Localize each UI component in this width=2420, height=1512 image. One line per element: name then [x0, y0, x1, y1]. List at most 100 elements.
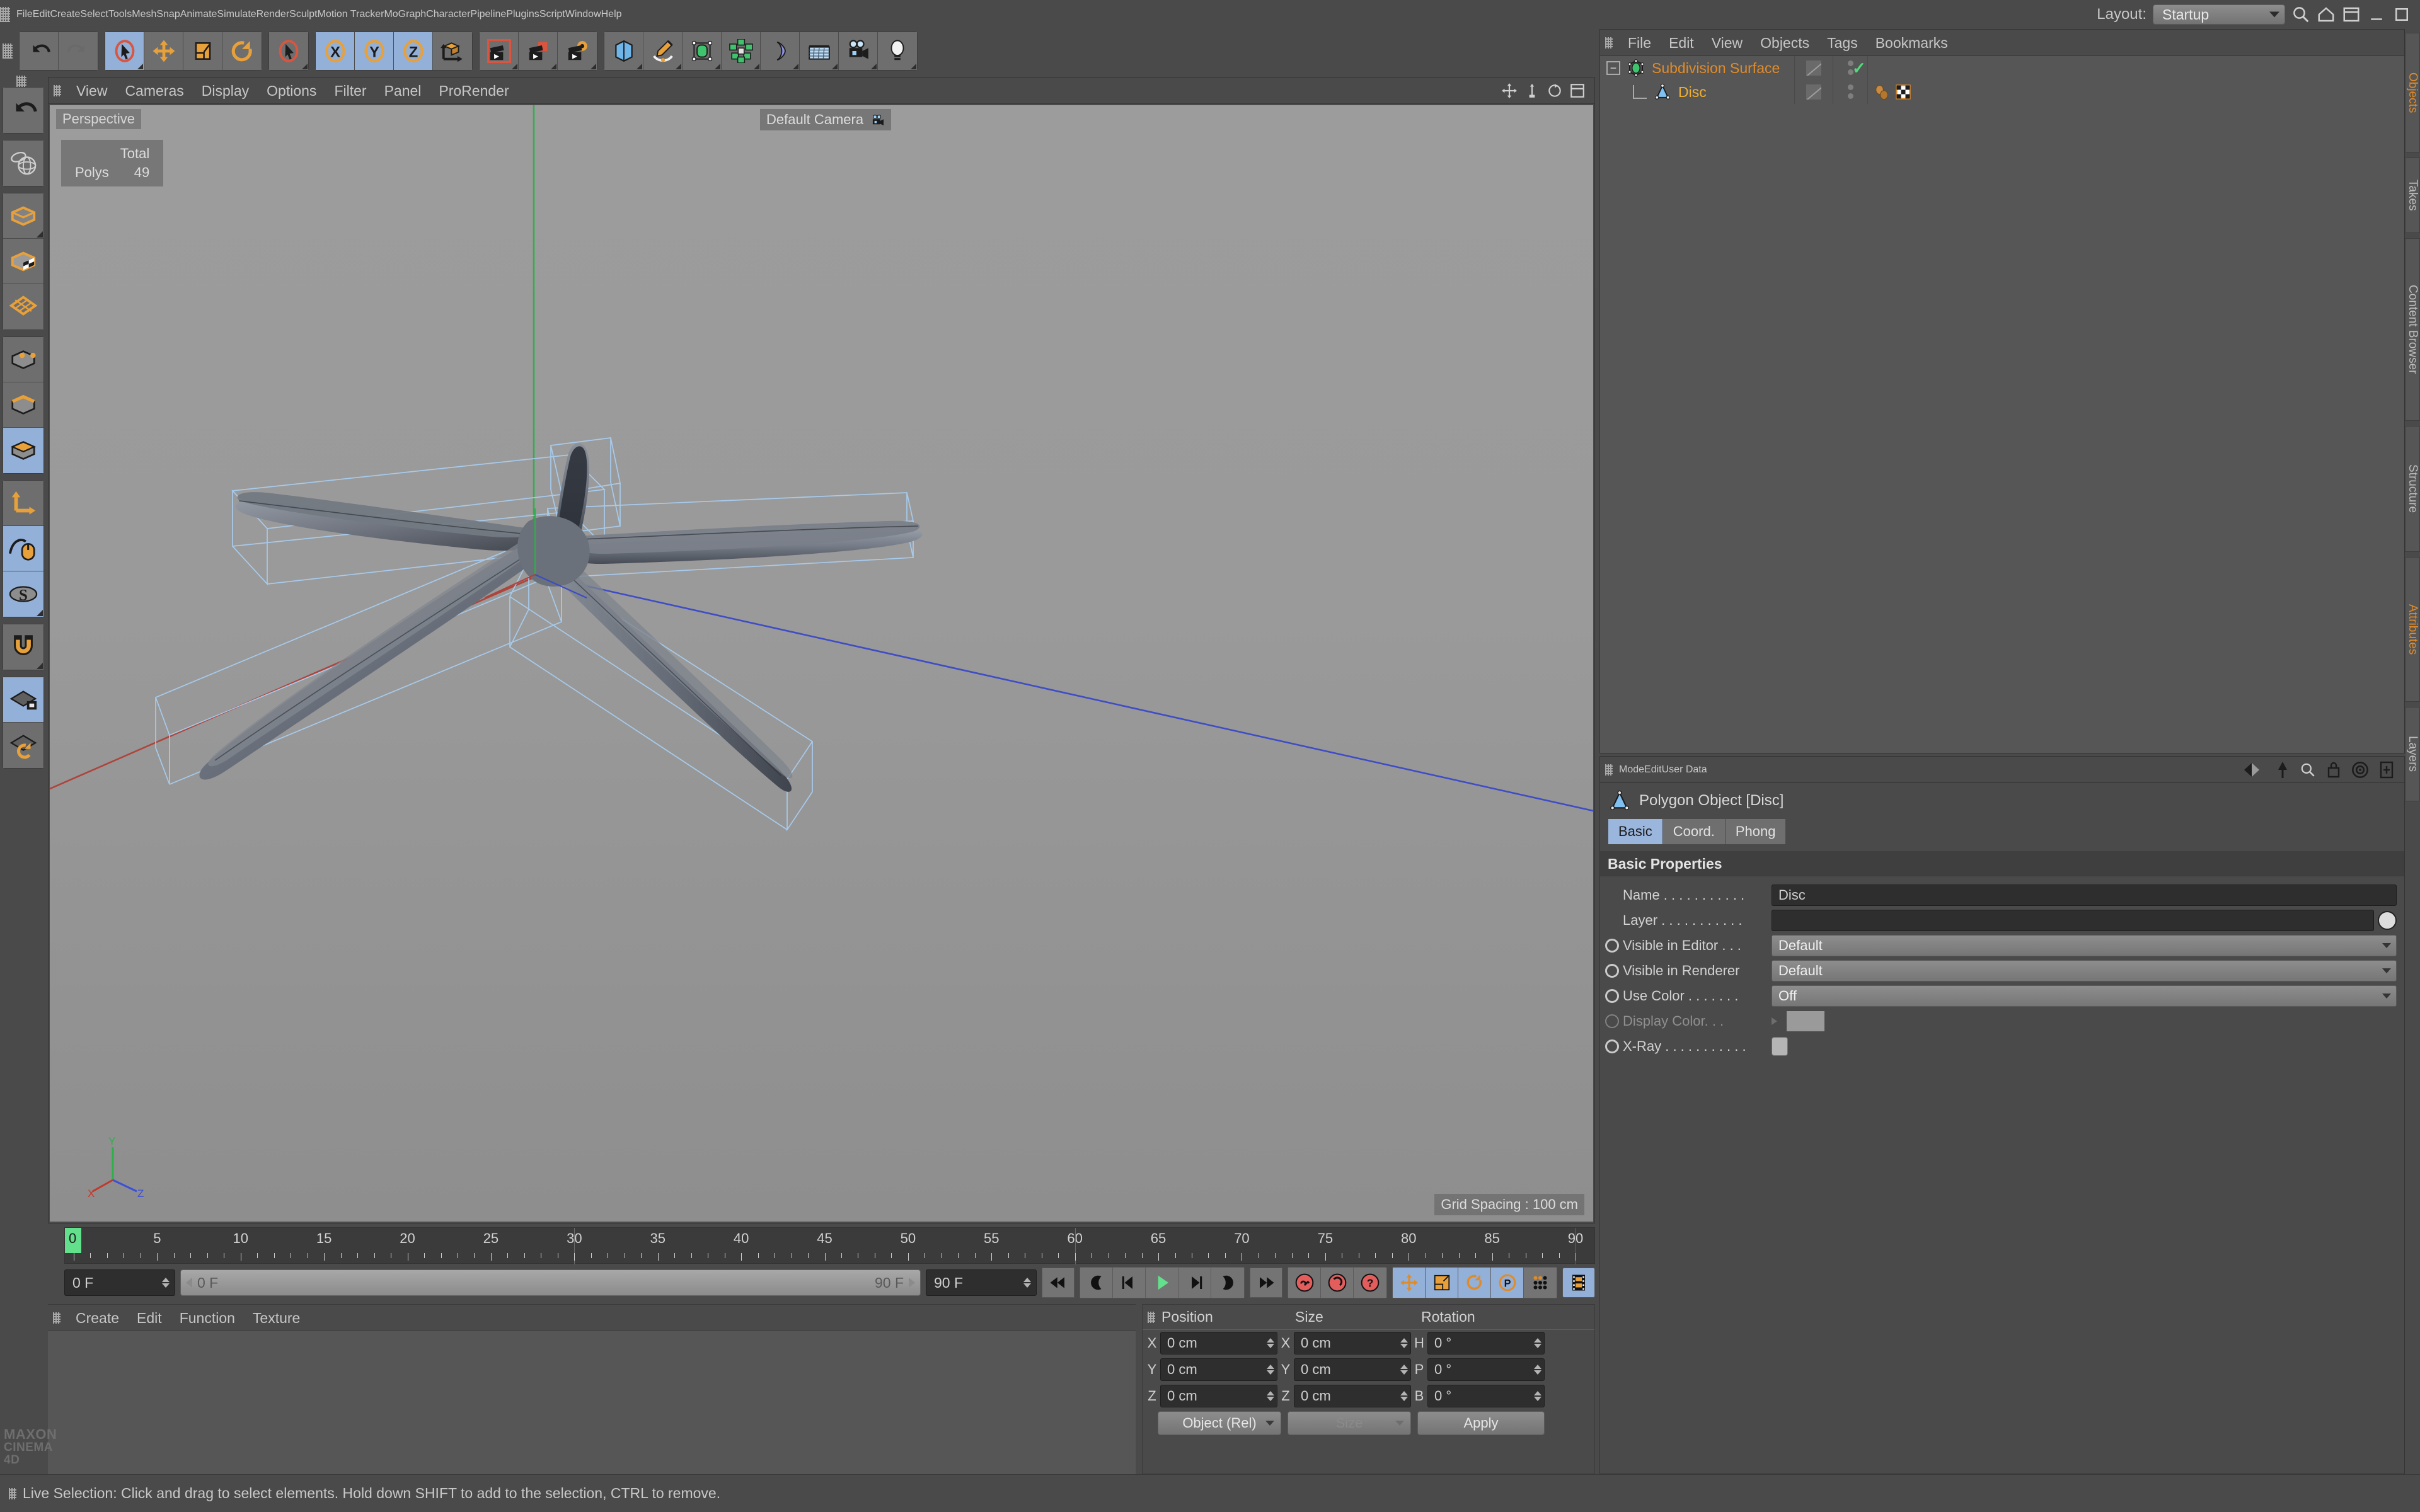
frame-scrubber[interactable]: 0 F 90 F — [180, 1269, 921, 1296]
play-button[interactable] — [1146, 1268, 1178, 1298]
menu-item-create[interactable]: Create — [50, 9, 80, 20]
menu-grip-handle[interactable] — [0, 7, 10, 22]
property-radio-visibleineditor[interactable] — [1605, 939, 1619, 953]
property-radio-visibleinrenderer[interactable] — [1605, 964, 1619, 978]
menu-item-help[interactable]: Help — [601, 9, 622, 20]
viewport-grip-handle[interactable] — [54, 84, 61, 96]
planar-workplane-toggle-button[interactable] — [3, 723, 43, 768]
toolbar-grip-handle[interactable] — [3, 43, 13, 59]
target-icon[interactable] — [2351, 761, 2369, 779]
menu-item-objects[interactable]: Objects — [1751, 30, 1818, 56]
lock-y-button[interactable]: Y — [355, 32, 394, 70]
scale-button[interactable] — [183, 32, 222, 70]
menu-item-character[interactable]: Character — [426, 9, 470, 20]
viewport-canvas[interactable]: Perspective Total Polys 49 Default Camer… — [50, 105, 1593, 1222]
menu-item-mesh[interactable]: Mesh — [132, 9, 156, 20]
menu-item-select[interactable]: Select — [80, 9, 108, 20]
soft-selection-button[interactable] — [3, 526, 43, 571]
minimize-icon[interactable] — [2367, 5, 2386, 24]
rotation-b-field[interactable]: 0 ° — [1427, 1385, 1545, 1407]
menu-item-create[interactable]: Create — [67, 1305, 128, 1331]
menu-item-options[interactable]: Options — [258, 77, 325, 104]
property-checkbox-xray[interactable] — [1772, 1037, 1788, 1056]
edges-mode-button[interactable] — [3, 382, 43, 428]
menu-item-mograph[interactable]: MoGraph — [384, 9, 426, 20]
layer-picker-icon[interactable] — [2378, 911, 2397, 930]
last-used-tool-button[interactable] — [269, 32, 308, 70]
apply-button[interactable]: Apply — [1417, 1411, 1545, 1435]
object-manager-grip-handle[interactable] — [1605, 37, 1613, 49]
viewport-rotate-icon[interactable] — [1547, 83, 1563, 99]
lock-x-button[interactable]: X — [316, 32, 355, 70]
stepper[interactable] — [1400, 1391, 1408, 1401]
add-floor-environment-button[interactable] — [800, 32, 839, 70]
timeline-ruler[interactable]: 0 5 10 15 20 25 30 35 40 45 50 55 60 65 70 75 80 85 90 — [64, 1227, 1595, 1264]
rail-tab-content-browser[interactable]: Content Browser — [2405, 238, 2420, 421]
object-dots-column[interactable] — [1833, 80, 1868, 104]
menu-item-filter[interactable]: Filter — [325, 77, 375, 104]
expand-arrow-icon[interactable] — [1772, 1017, 1777, 1025]
object-enabled-check[interactable]: ✓ — [1852, 59, 1866, 78]
menu-item-render[interactable]: Render — [256, 9, 289, 20]
object-tree[interactable]: − Subdivision Surface ✓ Disc — [1600, 56, 2404, 753]
home-layout-icon[interactable] — [2317, 5, 2336, 24]
size-x-field[interactable]: 0 cm — [1294, 1332, 1411, 1354]
property-radio-usecolor[interactable] — [1605, 989, 1619, 1003]
viewport-maximize-icon[interactable] — [1569, 83, 1586, 99]
panel-icon[interactable] — [2379, 761, 2394, 779]
object-dots-column[interactable]: ✓ — [1833, 56, 1868, 80]
position-key-toggle[interactable] — [1393, 1268, 1426, 1298]
rail-tab-attributes[interactable]: Attributes — [2405, 557, 2420, 702]
record-active-objects-button[interactable] — [1288, 1268, 1321, 1298]
stepper[interactable] — [1534, 1391, 1541, 1401]
property-dropdown-visibleinrenderer[interactable]: Default — [1772, 960, 2397, 982]
object-tag-area[interactable] — [1868, 56, 2404, 80]
maximize-icon[interactable] — [2392, 5, 2411, 24]
position-x-field[interactable]: 0 cm — [1160, 1332, 1277, 1354]
point-level-animation-toggle[interactable] — [1524, 1268, 1557, 1298]
property-dropdown-visibleineditor[interactable]: Default — [1772, 935, 2397, 956]
menu-item-function[interactable]: Function — [171, 1305, 244, 1331]
stepper[interactable] — [1534, 1365, 1541, 1375]
menu-item-edit[interactable]: Edit — [1644, 764, 1662, 776]
object-tag-area[interactable] — [1868, 80, 2404, 104]
attribute-tab-basic[interactable]: Basic — [1608, 819, 1663, 844]
stepper[interactable] — [1400, 1365, 1408, 1375]
material-list[interactable] — [48, 1331, 1136, 1474]
menu-item-edit[interactable]: Edit — [128, 1305, 171, 1331]
start-frame-stepper[interactable] — [162, 1278, 170, 1288]
menu-item-cameras[interactable]: Cameras — [116, 77, 192, 104]
keyframe-selection-button[interactable]: ? — [1354, 1268, 1386, 1298]
pin-icon[interactable] — [2276, 761, 2290, 779]
go-to-end-button[interactable] — [1250, 1268, 1282, 1298]
render-to-picture-viewer-button[interactable] — [519, 32, 558, 70]
live-selection-button[interactable] — [105, 32, 144, 70]
menu-item-plugins[interactable]: Plugins — [506, 9, 539, 20]
scrubber-left-handle-icon[interactable] — [185, 1277, 193, 1288]
stepper[interactable] — [1267, 1338, 1274, 1348]
menu-item-script[interactable]: Script — [539, 9, 565, 20]
attribute-tab-coord[interactable]: Coord. — [1662, 819, 1726, 844]
menu-item-prorender[interactable]: ProRender — [430, 77, 517, 104]
rotation-key-toggle[interactable] — [1458, 1268, 1491, 1298]
enable-snapping-button[interactable] — [3, 624, 43, 670]
menu-item-edit[interactable]: Edit — [33, 9, 50, 20]
menu-item-motion-tracker[interactable]: Motion Tracker — [318, 9, 384, 20]
search-icon[interactable] — [2300, 762, 2316, 778]
property-radio-xray[interactable] — [1605, 1040, 1619, 1053]
render-view-button[interactable] — [480, 32, 519, 70]
lock-icon[interactable] — [2326, 761, 2341, 779]
position-y-field[interactable]: 0 cm — [1160, 1358, 1277, 1381]
render-settings-button[interactable] — [558, 32, 597, 70]
viewport-move-icon[interactable] — [1501, 83, 1518, 99]
texture-checker-tag-icon[interactable] — [1894, 83, 1912, 101]
polygons-mode-button[interactable] — [3, 428, 43, 473]
world-object-coord-button[interactable] — [433, 32, 472, 70]
points-mode-button[interactable] — [3, 337, 43, 382]
add-array-modeling-button[interactable] — [722, 32, 761, 70]
redo-button[interactable] — [59, 32, 98, 70]
add-camera-button[interactable] — [839, 32, 878, 70]
rail-tab-layers[interactable]: Layers — [2405, 707, 2420, 801]
property-input-name[interactable]: Disc — [1772, 885, 2397, 906]
previous-keyframe-button[interactable] — [1080, 1268, 1113, 1298]
